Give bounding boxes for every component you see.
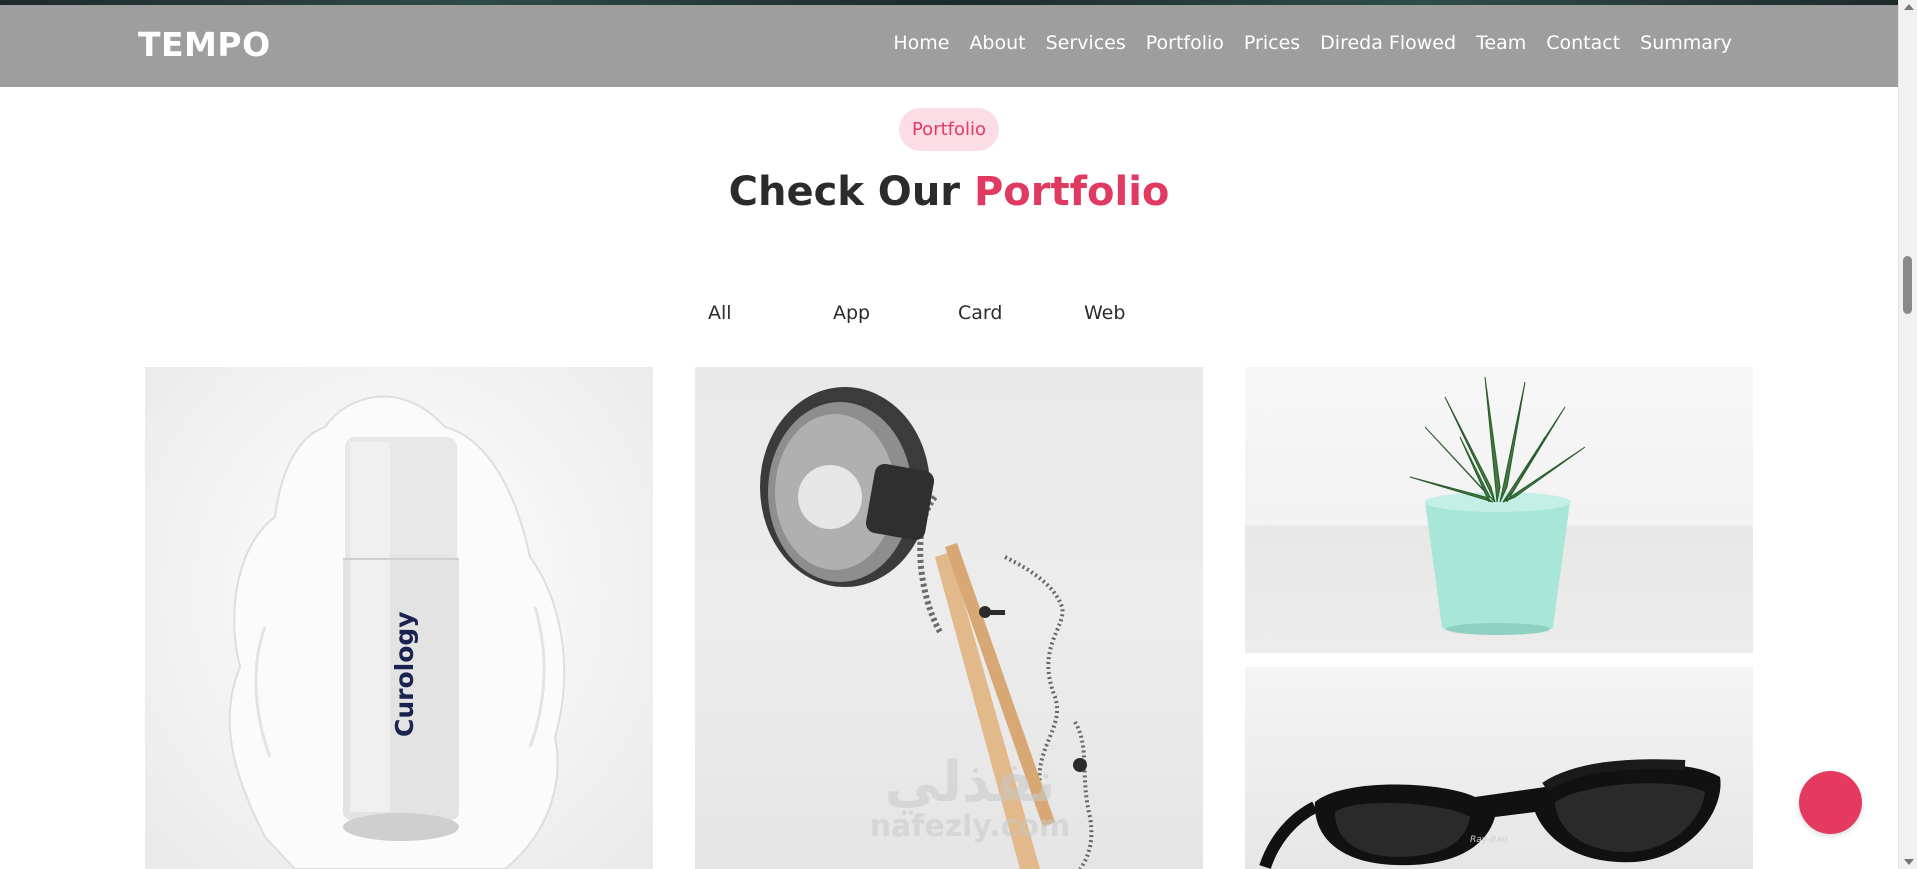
bottle-label: Curology — [390, 611, 419, 737]
filter-web[interactable]: Web — [1084, 302, 1125, 324]
section-heading: Check Our Portfolio — [0, 169, 1898, 215]
watermark-latin: nafezly.com — [869, 809, 1071, 844]
heading-text: Check Our — [728, 169, 974, 215]
heading-accent: Portfolio — [973, 169, 1170, 215]
nav-home[interactable]: Home — [883, 32, 959, 54]
scroll-up-icon[interactable] — [1904, 4, 1914, 10]
portfolio-item-sunglasses[interactable]: Ray-Ban — [1245, 667, 1753, 869]
navbar: TEMPO Home About Services Portfolio Pric… — [0, 5, 1898, 87]
nav-contact[interactable]: Contact — [1536, 32, 1630, 54]
nav-summary[interactable]: Summary — [1630, 32, 1732, 54]
nav-direda-flowed[interactable]: Direda Flowed — [1310, 32, 1466, 54]
section-badge: Portfolio — [899, 108, 999, 151]
filter-card[interactable]: Card — [958, 302, 1084, 324]
page: TEMPO Home About Services Portfolio Pric… — [0, 0, 1917, 869]
plant-image — [1409, 376, 1586, 635]
nav-about[interactable]: About — [959, 32, 1035, 54]
scrollbar[interactable] — [1898, 0, 1917, 869]
filter-all[interactable]: All — [708, 302, 833, 324]
filter-app[interactable]: App — [833, 302, 958, 324]
floating-action-button[interactable] — [1799, 771, 1862, 834]
scroll-down-icon[interactable] — [1904, 859, 1914, 865]
portfolio-item-bottle[interactable]: Curology — [145, 367, 653, 869]
sunglasses-image: Ray-Ban — [1259, 759, 1721, 869]
bottle-image: Curology — [228, 395, 566, 869]
nav-services[interactable]: Services — [1036, 32, 1136, 54]
watermark: نفذلي nafezly.com — [855, 750, 1085, 845]
brand-logo[interactable]: TEMPO — [138, 25, 271, 64]
nav-team[interactable]: Team — [1466, 32, 1536, 54]
watermark-arabic: نفذلي — [884, 750, 1056, 815]
portfolio-filters: All App Card Web — [690, 302, 1125, 324]
scroll-thumb[interactable] — [1903, 256, 1912, 314]
nav-portfolio[interactable]: Portfolio — [1136, 32, 1234, 54]
sunglasses-brand: Ray-Ban — [1470, 835, 1508, 845]
portfolio-item-plant[interactable] — [1245, 367, 1753, 653]
main-nav: Home About Services Portfolio Prices Dir… — [883, 32, 1732, 54]
nav-prices[interactable]: Prices — [1234, 32, 1310, 54]
